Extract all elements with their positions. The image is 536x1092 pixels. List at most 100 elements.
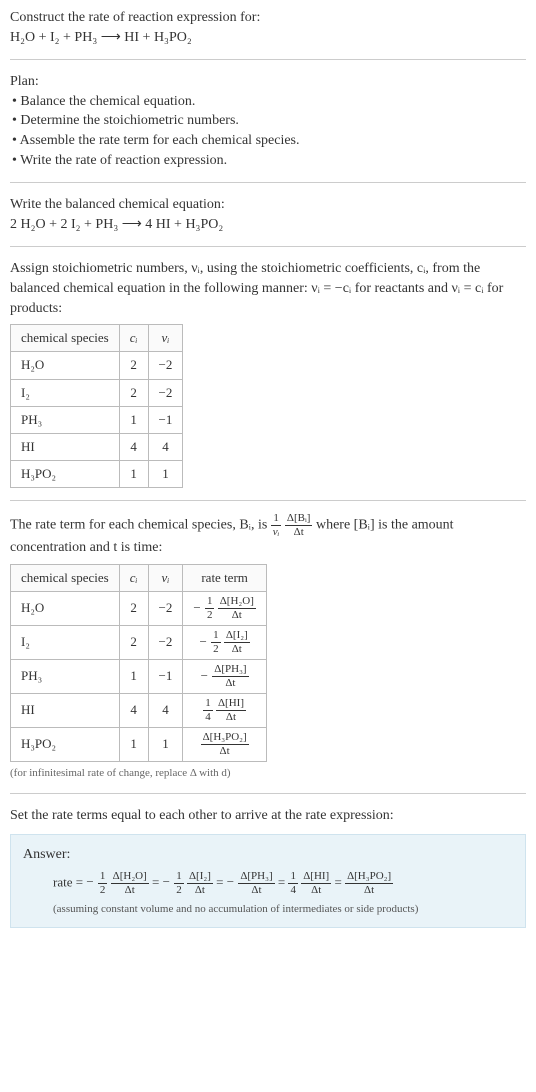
table-header-row: chemical species cᵢ νᵢ rate term [11,564,267,591]
final-section: Set the rate terms equal to each other t… [10,806,526,928]
v-cell: −2 [148,592,183,626]
delta-fraction: Δ[H₃PO₂] Δt [345,871,393,896]
col-header: cᵢ [119,325,148,352]
table-note: (for infinitesimal rate of change, repla… [10,766,526,781]
table-row: HI 4 4 [11,433,183,460]
table-row: PH₃ 1 −1 [11,406,183,433]
table-row: H₂O 2 −2 − 1 2 Δ[H₂O] Δt [11,592,267,626]
coef-fraction: 1 2 [98,871,108,896]
col-header: νᵢ [148,564,183,591]
rate-cell: − 1 2 Δ[I₂] Δt [183,626,266,660]
species-cell: H₃PO₂ [11,461,120,488]
c-cell: 1 [119,406,148,433]
col-header: νᵢ [148,325,183,352]
stoich-table: chemical species cᵢ νᵢ H₂O 2 −2 I₂ 2 −2 … [10,324,183,488]
c-cell: 1 [119,660,148,694]
frac-num: Δ[HI] [216,698,246,711]
frac-den: νᵢ [271,526,282,538]
species-cell: HI [11,433,120,460]
rate-cell: − 1 2 Δ[H₂O] Δt [183,592,266,626]
rateterm-section: The rate term for each chemical species,… [10,513,526,781]
plan-item: • Assemble the rate term for each chemic… [12,131,526,151]
plan-item: • Write the rate of reaction expression. [12,151,526,171]
plan-item: • Balance the chemical equation. [12,92,526,112]
sign: − [86,874,93,889]
frac-den: 2 [98,884,108,896]
c-cell: 1 [119,461,148,488]
frac-num: 1 [271,513,282,526]
rateterm-table: chemical species cᵢ νᵢ rate term H₂O 2 −… [10,564,267,762]
sign: − [201,668,208,683]
species-cell: I₂ [11,626,120,660]
frac-den: Δt [224,643,250,655]
frac-den: Δt [301,884,331,896]
coef-fraction: 1 2 [174,871,184,896]
table-row: PH₃ 1 −1 − Δ[PH₃] Δt [11,660,267,694]
divider [10,793,526,794]
c-cell: 2 [119,352,148,379]
sign: − [200,634,207,649]
delta-fraction: Δ[H₂O] Δt [218,596,256,621]
frac-num: Δ[H₂O] [218,596,256,609]
v-cell: −2 [148,379,183,406]
divider [10,500,526,501]
frac-den: 2 [211,643,221,655]
divider [10,182,526,183]
frac-den: 2 [174,884,184,896]
delta-fraction: Δ[H₃PO₂] Δt [201,732,249,757]
frac-num: 1 [205,596,215,609]
delta-fraction: Δ[PH₃] Δt [238,871,274,896]
frac-den: Δt [187,884,213,896]
delta-fraction: Δ[HI] Δt [301,871,331,896]
c-cell: 4 [119,433,148,460]
col-header: rate term [183,564,266,591]
balanced-section: Write the balanced chemical equation: 2 … [10,195,526,234]
col-header: cᵢ [119,564,148,591]
frac-den: 4 [288,884,298,896]
frac-num: 1 [211,630,221,643]
stoich-intro: Assign stoichiometric numbers, νᵢ, using… [10,259,526,318]
col-header: chemical species [11,325,120,352]
delta-fraction: Δ[I₂] Δt [187,871,213,896]
v-cell: −1 [148,406,183,433]
rate-cell: 1 4 Δ[HI] Δt [183,694,266,728]
answer-note: (assuming constant volume and no accumul… [53,902,513,917]
c-cell: 2 [119,379,148,406]
sign: − [163,874,170,889]
balanced-equation: 2 H₂O + 2 I₂ + PH₃ ⟶ 4 HI + H₃PO₂ [10,215,526,235]
c-cell: 2 [119,626,148,660]
frac-den: 4 [203,711,213,723]
table-row: HI 4 4 1 4 Δ[HI] Δt [11,694,267,728]
c-cell: 1 [119,728,148,762]
delta-fraction: Δ[PH₃] Δt [212,664,248,689]
species-cell: H₃PO₂ [11,728,120,762]
frac-den: Δt [216,711,246,723]
delta-fraction: Δ[I₂] Δt [224,630,250,655]
rateterm-intro: The rate term for each chemical species,… [10,513,526,558]
plan-item: • Determine the stoichiometric numbers. [12,111,526,131]
table-row: I₂ 2 −2 − 1 2 Δ[I₂] Δt [11,626,267,660]
unbalanced-equation: H₂O + I₂ + PH₃ ⟶ HI + H₃PO₂ [10,28,526,48]
coef-fraction: 1 4 [288,871,298,896]
fraction: 1 νᵢ [271,513,282,538]
answer-box: Answer: rate = − 1 2 Δ[H₂O] Δt = − 1 2 Δ… [10,834,526,928]
plan-section: Plan: • Balance the chemical equation. •… [10,72,526,170]
species-cell: H₂O [11,352,120,379]
species-cell: PH₃ [11,406,120,433]
plan-title: Plan: [10,72,526,92]
delta-fraction: Δ[H₂O] Δt [111,871,149,896]
frac-num: Δ[H₂O] [111,871,149,884]
header-section: Construct the rate of reaction expressio… [10,8,526,47]
frac-den: 2 [205,609,215,621]
frac-num: 1 [174,871,184,884]
v-cell: 1 [148,461,183,488]
table-row: I₂ 2 −2 [11,379,183,406]
frac-den: Δt [285,526,313,538]
coef-fraction: 1 2 [211,630,221,655]
stoich-section: Assign stoichiometric numbers, νᵢ, using… [10,259,526,488]
rateterm-text: The rate term for each chemical species,… [10,518,271,533]
delta-fraction: Δ[HI] Δt [216,698,246,723]
v-cell: 4 [148,694,183,728]
v-cell: 4 [148,433,183,460]
c-cell: 4 [119,694,148,728]
